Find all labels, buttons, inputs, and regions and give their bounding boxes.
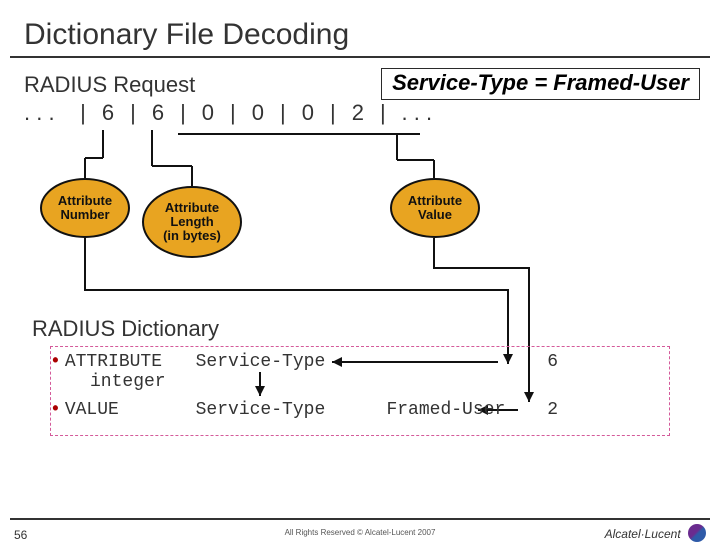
footer-line — [10, 518, 710, 520]
byte-attr-number: 6 — [92, 100, 124, 126]
brand-logo-icon — [688, 524, 706, 542]
sep: | — [380, 100, 386, 126]
sep: | — [80, 100, 86, 126]
sep: | — [330, 100, 336, 126]
bullet-icon: • — [50, 352, 61, 372]
bubble-line: Attribute — [392, 194, 478, 208]
radius-request-label: RADIUS Request — [24, 72, 696, 98]
bubble-attribute-number: Attribute Number — [40, 178, 130, 238]
footer: 56 All Rights Reserved © Alcatel-Lucent … — [0, 518, 720, 520]
dict-attr-num: 6 — [547, 352, 577, 372]
sep: | — [130, 100, 136, 126]
dict-value-enum: Framed-User — [386, 400, 536, 420]
byte-val-3: 2 — [342, 100, 374, 126]
sep: | — [280, 100, 286, 126]
dict-keyword: VALUE — [65, 400, 185, 420]
byte-attr-length: 6 — [142, 100, 174, 126]
content-area: RADIUS Request . . . | 6 | 6 | 0 | 0 | 0… — [0, 58, 720, 126]
bytes-ellipsis-lead: . . . — [24, 100, 74, 126]
bullet-icon: • — [50, 400, 61, 420]
bubble-line: Number — [42, 208, 128, 222]
bubble-line: Value — [392, 208, 478, 222]
bytes-ellipsis-trail: . . . — [392, 100, 442, 126]
bubble-attribute-value: Attribute Value — [390, 178, 480, 238]
dictionary-row-attribute: •ATTRIBUTE Service-Type 6 integer — [50, 352, 690, 392]
byte-val-0: 0 — [192, 100, 224, 126]
dict-value-num: 2 — [547, 400, 577, 420]
bubble-line: Attribute — [144, 201, 240, 215]
sep: | — [180, 100, 186, 126]
dict-keyword: ATTRIBUTE — [65, 352, 185, 372]
dictionary-row-value: •VALUE Service-Type Framed-User 2 — [50, 400, 690, 420]
brand-text: Alcatel·Lucent — [605, 527, 681, 541]
slide-title: Dictionary File Decoding — [0, 0, 720, 56]
brand-label: Alcatel·Lucent — [605, 524, 706, 542]
dict-attr-name: Service-Type — [196, 352, 376, 372]
bubble-line: (in bytes) — [144, 229, 240, 243]
packet-bytes-row: . . . | 6 | 6 | 0 | 0 | 0 | 2 | . . . — [24, 100, 696, 126]
dict-attr-type: integer — [90, 372, 166, 392]
byte-val-1: 0 — [242, 100, 274, 126]
bubble-line: Attribute — [42, 194, 128, 208]
bubble-attribute-length: Attribute Length (in bytes) — [142, 186, 242, 258]
sep: | — [230, 100, 236, 126]
dict-value-attr: Service-Type — [196, 400, 376, 420]
byte-val-2: 0 — [292, 100, 324, 126]
bubble-line: Length — [144, 215, 240, 229]
radius-dictionary-label: RADIUS Dictionary — [32, 316, 219, 342]
